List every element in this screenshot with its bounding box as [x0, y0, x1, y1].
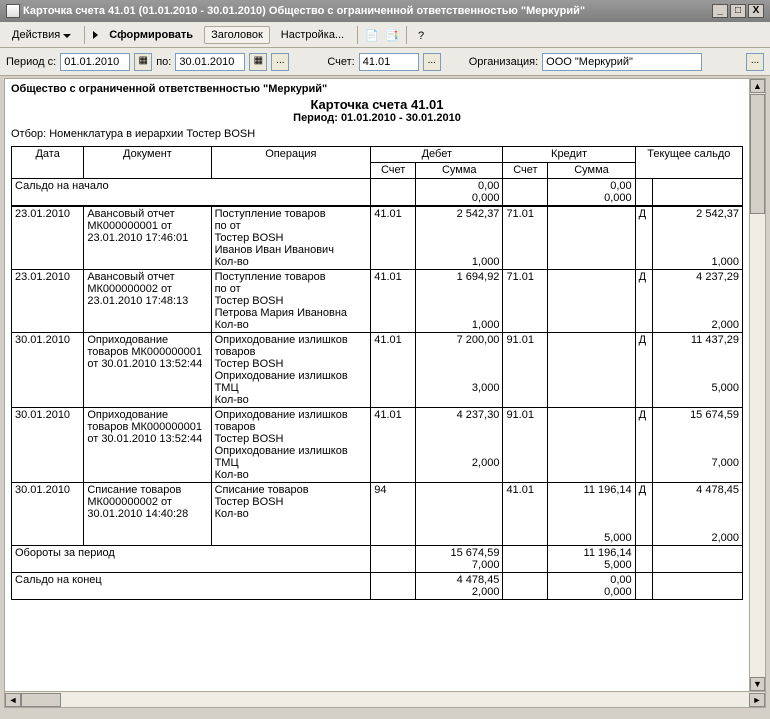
- period-from-input[interactable]: [60, 53, 130, 71]
- col-debit: Дебет: [371, 147, 503, 163]
- table-row[interactable]: 30.01.2010Оприходование товаров МК000000…: [12, 333, 743, 408]
- table-row[interactable]: 23.01.2010Авансовый отчет МК000000001 от…: [12, 206, 743, 270]
- table-row[interactable]: 30.01.2010Списание товаров МК000000002 о…: [12, 483, 743, 546]
- turnover-d: 15 674,597,000: [416, 546, 503, 573]
- table-row[interactable]: 30.01.2010Оприходование товаров МК000000…: [12, 408, 743, 483]
- scroll-right-icon[interactable]: ►: [749, 693, 765, 707]
- org-label: Организация:: [469, 56, 538, 68]
- col-date: Дата: [12, 147, 84, 179]
- col-c-acct: Счет: [503, 163, 548, 179]
- save-icon[interactable]: 📄: [364, 27, 380, 43]
- col-d-acct: Счет: [371, 163, 416, 179]
- window-title: Карточка счета 41.01 (01.01.2010 - 30.01…: [23, 5, 710, 17]
- report-grid: Дата Документ Операция Дебет Кредит Теку…: [11, 146, 743, 600]
- table-row[interactable]: 23.01.2010Авансовый отчет МК000000002 от…: [12, 270, 743, 333]
- separator: [84, 26, 85, 44]
- period-from-label: Период с:: [6, 56, 56, 68]
- report-selection: Отбор: Номенклатура в иерархии Тостер BO…: [11, 128, 743, 140]
- play-icon: [93, 31, 98, 39]
- report-area: Общество с ограниченной ответственностью…: [4, 78, 766, 708]
- close-button[interactable]: X: [748, 4, 764, 18]
- end-c: 0,000,000: [548, 573, 635, 600]
- actions-menu[interactable]: Действия: [5, 26, 78, 44]
- col-d-sum: Сумма: [416, 163, 503, 179]
- acct-ellipsis-button[interactable]: ...: [423, 53, 441, 71]
- hscroll-track[interactable]: [21, 693, 749, 707]
- report-period: Период: 01.01.2010 - 30.01.2010: [11, 112, 743, 124]
- acct-label: Счет:: [327, 56, 354, 68]
- actions-label: Действия: [12, 29, 60, 41]
- col-doc: Документ: [84, 147, 211, 179]
- org-input[interactable]: [542, 53, 702, 71]
- end-balance-label: Сальдо на конец: [12, 573, 371, 600]
- toolbar: Действия Сформировать Заголовок Настройк…: [0, 22, 770, 48]
- col-c-sum: Сумма: [548, 163, 635, 179]
- scroll-up-icon[interactable]: ▲: [750, 79, 765, 93]
- start-balance-label: Сальдо на начало: [12, 179, 371, 207]
- scroll-left-icon[interactable]: ◄: [5, 693, 21, 707]
- col-op: Операция: [211, 147, 371, 179]
- company-name: Общество с ограниченной ответственностью…: [11, 83, 743, 95]
- dropdown-icon: [63, 34, 71, 38]
- vertical-scrollbar[interactable]: ▲ ▼: [749, 79, 765, 691]
- report-title: Карточка счета 41.01: [11, 97, 743, 112]
- separator: [357, 26, 358, 44]
- scroll-down-icon[interactable]: ▼: [750, 677, 765, 691]
- hscroll-thumb[interactable]: [21, 693, 61, 707]
- form-button[interactable]: Сформировать: [102, 26, 200, 44]
- col-balance: Текущее сальдо: [635, 147, 742, 179]
- vscroll-thumb[interactable]: [750, 94, 765, 214]
- period-to-input[interactable]: [175, 53, 245, 71]
- help-icon[interactable]: ?: [413, 27, 429, 43]
- org-ellipsis-button[interactable]: ...: [746, 53, 764, 71]
- doc-icon: [6, 4, 20, 18]
- start-c: 0,000,000: [548, 179, 635, 207]
- titlebar: Карточка счета 41.01 (01.01.2010 - 30.01…: [0, 0, 770, 22]
- turnover-c: 11 196,145,000: [548, 546, 635, 573]
- separator: [406, 26, 407, 44]
- calendar-from-icon[interactable]: ▦: [134, 53, 152, 71]
- end-d: 4 478,452,000: [416, 573, 503, 600]
- bookmark-icon[interactable]: 📑: [384, 27, 400, 43]
- period-ellipsis-button[interactable]: ...: [271, 53, 289, 71]
- horizontal-scrollbar[interactable]: ◄ ►: [5, 691, 765, 707]
- header-button[interactable]: Заголовок: [204, 26, 270, 44]
- minimize-button[interactable]: _: [712, 4, 728, 18]
- turnover-label: Обороты за период: [12, 546, 371, 573]
- filter-bar: Период с: ▦ по: ▦ ... Счет: ... Организа…: [0, 48, 770, 76]
- col-credit: Кредит: [503, 147, 635, 163]
- maximize-button[interactable]: □: [730, 4, 746, 18]
- acct-input[interactable]: [359, 53, 419, 71]
- period-to-label: по:: [156, 56, 171, 68]
- vscroll-track[interactable]: [750, 94, 765, 676]
- calendar-to-icon[interactable]: ▦: [249, 53, 267, 71]
- settings-button[interactable]: Настройка...: [274, 26, 351, 44]
- start-d: 0,000,000: [416, 179, 503, 207]
